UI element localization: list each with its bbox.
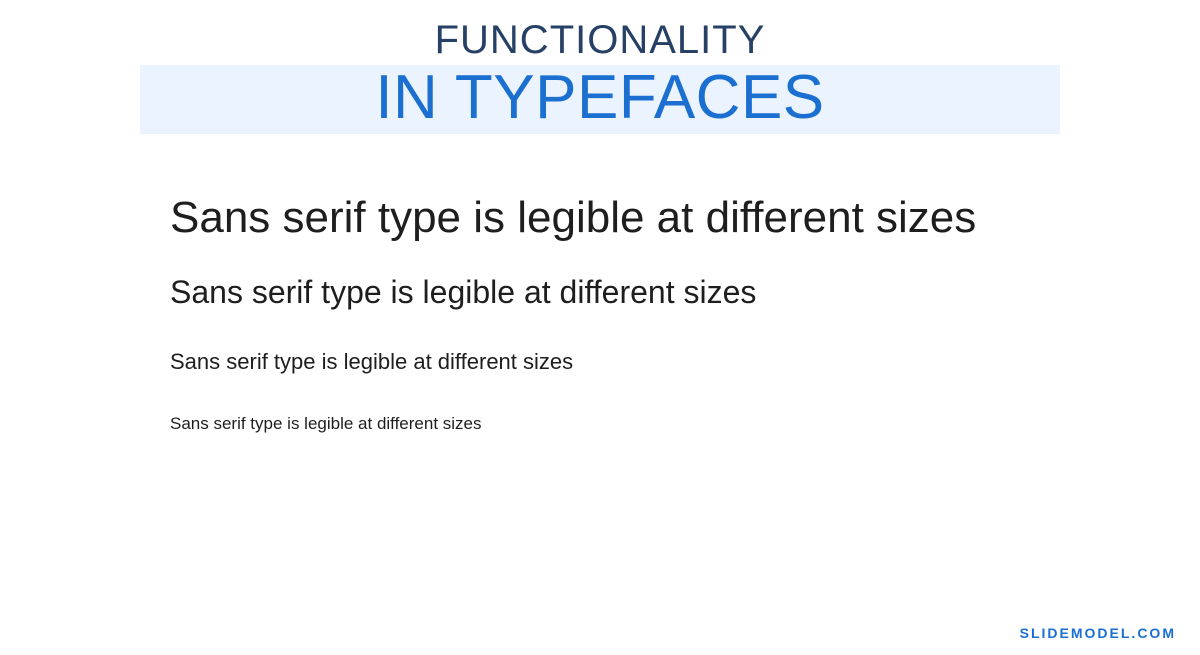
slide-title-overline: FUNCTIONALITY: [0, 18, 1200, 63]
slide-title-main: IN TYPEFACES: [140, 65, 1060, 130]
type-sample-large: Sans serif type is legible at different …: [170, 192, 1200, 245]
type-sample-xsmall: Sans serif type is legible at different …: [170, 414, 1200, 434]
footer-brand: SLIDEMODEL.COM: [1020, 625, 1176, 641]
slide-title-band: IN TYPEFACES: [140, 65, 1060, 134]
type-sample-small: Sans serif type is legible at different …: [170, 349, 1200, 375]
type-sample-medium: Sans serif type is legible at different …: [170, 273, 1200, 311]
slide-body: Sans serif type is legible at different …: [0, 134, 1200, 434]
slide-header: FUNCTIONALITY IN TYPEFACES: [0, 0, 1200, 134]
